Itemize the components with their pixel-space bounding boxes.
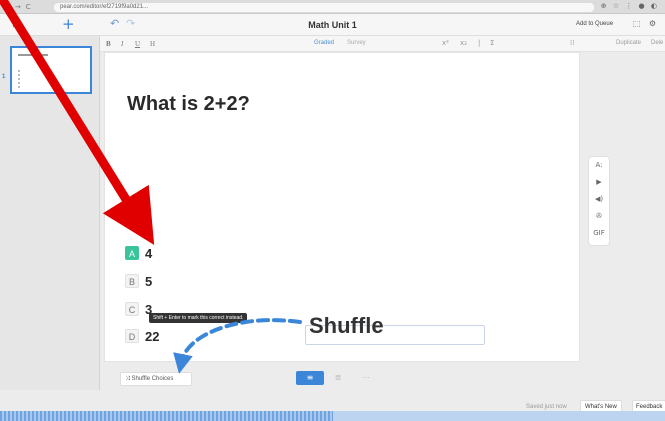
text-style-icon[interactable]: A: (589, 157, 609, 174)
document-title[interactable]: Math Unit 1 (0, 20, 665, 30)
video-icon[interactable]: ▶ (589, 174, 609, 191)
gif-icon[interactable]: GIF (589, 225, 609, 242)
back-icon[interactable]: ← (4, 3, 10, 11)
slide-sidebar: 1 (0, 36, 100, 408)
layout-columns-icon[interactable]: ≣ (324, 371, 352, 385)
media-toolbar: A: ▶ ◀) ✇ GIF (588, 156, 610, 246)
answer-text[interactable]: 22 (145, 329, 159, 344)
address-bar[interactable]: pear.com/editor/ef2719f9a0d21... (54, 3, 594, 12)
pear-deck-editor: ← → C pear.com/editor/ef2719f9a0d21... ⊕… (0, 0, 665, 421)
browser-toolbar: ← → C pear.com/editor/ef2719f9a0d21... ⊕… (0, 0, 665, 14)
reload-icon[interactable]: C (26, 3, 31, 11)
question-text[interactable]: What is 2+2? (127, 93, 250, 116)
editor-footer: Saved just now What's New Feedback (0, 390, 665, 413)
loading-progress-bar (0, 411, 665, 421)
underline-button[interactable]: U (135, 40, 140, 48)
answer-choice-b[interactable]: B 5 (125, 273, 152, 289)
survey-toggle[interactable]: Survey (347, 40, 366, 46)
app-header: ▦ + ↶ ↷ Math Unit 1 Add to Queue ⬚ ⚙ (0, 14, 665, 36)
answer-choice-a[interactable]: A 4 (125, 245, 152, 261)
equation-icon[interactable]: Σ (490, 39, 494, 47)
italic-button[interactable]: I (121, 40, 123, 48)
thumbnail-answer-lines (18, 70, 26, 88)
progress-fill (0, 411, 333, 421)
delete-button[interactable]: Dele (651, 40, 663, 46)
header-settings-icons[interactable]: ⬚ ⚙ (633, 19, 659, 28)
audio-icon[interactable]: ◀) (589, 191, 609, 208)
thumbnail-title-line (18, 54, 48, 56)
answer-letter-badge[interactable]: C (125, 302, 139, 316)
subscript-icon[interactable]: x₂ (460, 39, 467, 47)
answer-text[interactable]: 4 (145, 246, 152, 261)
answer-text[interactable]: 5 (145, 274, 152, 289)
graded-toggle[interactable]: Graded (314, 40, 334, 46)
answer-letter-badge[interactable]: B (125, 274, 139, 288)
layout-list-icon[interactable]: ≡ (296, 371, 324, 385)
layout-grid-icon[interactable]: ⋯ (352, 371, 380, 385)
bold-button[interactable]: B (106, 40, 111, 48)
forward-icon[interactable]: → (15, 3, 21, 11)
toolbar-divider: | (478, 39, 481, 47)
answer-choice-d[interactable]: D 22 (125, 328, 159, 344)
heading-button[interactable]: H (150, 40, 155, 48)
browser-extension-icons[interactable]: ⊕ ☆ ⋮ ● ◐ (601, 2, 659, 10)
shuffle-annotation-label: Shuffle (309, 313, 384, 338)
answer-letter-badge[interactable]: D (125, 329, 139, 343)
layout-grid-icon[interactable]: ⁞⁞ (570, 39, 574, 47)
answer-letter-badge[interactable]: A (125, 246, 139, 260)
add-to-queue-button[interactable]: Add to Queue (576, 21, 613, 27)
drawing-icon[interactable]: ✇ (589, 208, 609, 225)
shuffle-choices-button[interactable]: ⤨ Shuffle Choices (120, 372, 192, 386)
answer-layout-switcher: ≡ ≣ ⋯ (296, 371, 380, 385)
superscript-icon[interactable]: x² (442, 39, 449, 47)
slide-thumbnail[interactable] (10, 46, 92, 94)
format-toolbar: B I U H Graded Survey x² x₂ | Σ ⁞⁞ Dupli… (100, 36, 665, 52)
mark-correct-tooltip: Shift + Enter to mark this correct inste… (149, 313, 248, 323)
slide-number: 1 (2, 74, 6, 80)
save-status: Saved just now (526, 404, 567, 410)
duplicate-button[interactable]: Duplicate (616, 40, 641, 46)
